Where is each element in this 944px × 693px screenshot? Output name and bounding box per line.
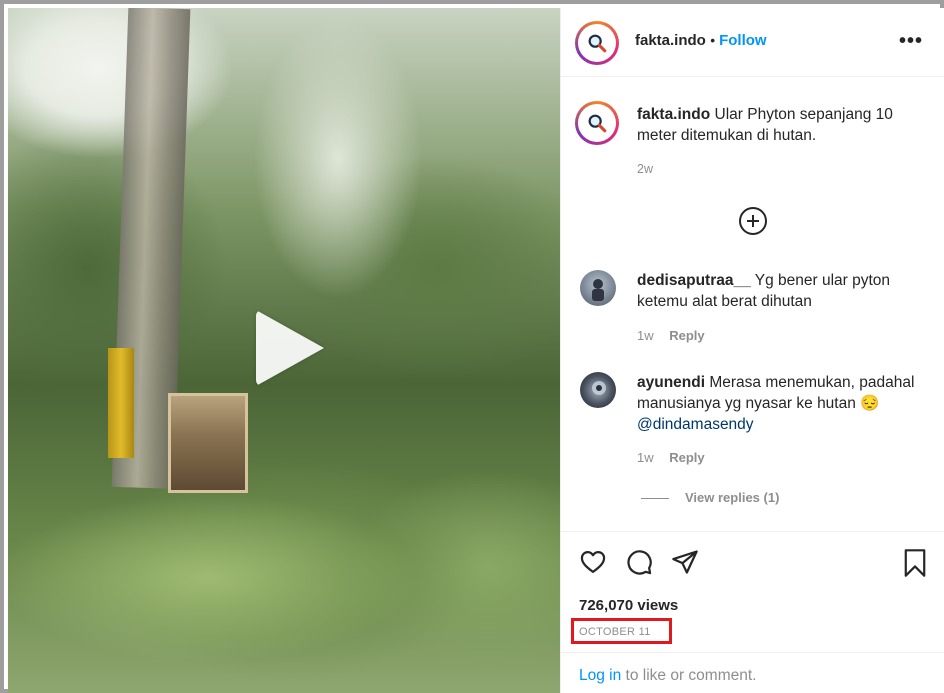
- comment-avatar-photo: [592, 381, 606, 395]
- post-date[interactable]: OCTOBER 11: [579, 626, 651, 638]
- comment-username[interactable]: dedisaputraa__: [637, 272, 751, 289]
- login-prompt-text: to like or comment.: [621, 667, 757, 684]
- login-link[interactable]: Log in: [579, 667, 621, 684]
- comment-username[interactable]: ayunendi: [637, 374, 705, 391]
- bookmark-icon[interactable]: [901, 548, 929, 578]
- plus-circle-icon[interactable]: [739, 207, 767, 235]
- reply-button[interactable]: Reply: [669, 450, 704, 465]
- comment-icon[interactable]: [625, 548, 653, 576]
- video-player[interactable]: [8, 8, 560, 693]
- instagram-post-window: fakta.indo • Follow ••• fakta.indo Ular …: [0, 0, 944, 693]
- video-excavator-arm: [108, 348, 134, 458]
- video-foliage: [8, 478, 560, 693]
- caption-avatar-inner: [578, 104, 616, 142]
- follow-button[interactable]: Follow: [719, 32, 767, 49]
- comment-timestamp[interactable]: 1w: [637, 328, 654, 343]
- comment-timestamp[interactable]: 1w: [637, 450, 654, 465]
- caption-timestamp[interactable]: 2w: [637, 162, 653, 176]
- caption-username[interactable]: fakta.indo: [637, 106, 710, 123]
- comment-body: ayunendi Merasa menemukan, padahal manus…: [637, 372, 927, 435]
- post-header: fakta.indo • Follow •••: [561, 8, 944, 77]
- header-user-row: fakta.indo • Follow: [635, 32, 767, 50]
- heart-icon[interactable]: [579, 548, 607, 576]
- comment-avatar-photo: [592, 279, 604, 301]
- avatar-inner: [578, 24, 616, 62]
- more-options-icon[interactable]: •••: [899, 30, 923, 53]
- login-prompt: Log in to like or comment.: [579, 667, 756, 685]
- comment-meta: 1w Reply: [637, 328, 705, 343]
- caption-avatar[interactable]: [575, 101, 619, 145]
- footer-divider: [561, 652, 944, 653]
- actions-divider: [561, 531, 944, 532]
- comment-meta: 1w Reply: [637, 450, 705, 465]
- post-side-panel: fakta.indo • Follow ••• fakta.indo Ular …: [560, 8, 944, 693]
- play-icon[interactable]: [256, 310, 324, 386]
- separator-dot: •: [710, 32, 720, 48]
- avatar[interactable]: [575, 21, 619, 65]
- paper-plane-icon[interactable]: [671, 548, 699, 576]
- avatar[interactable]: [580, 372, 616, 408]
- views-count[interactable]: 726,070 views: [579, 597, 678, 614]
- magnifier-logo-icon: [588, 114, 607, 133]
- view-replies-button[interactable]: View replies (1): [641, 490, 779, 505]
- view-replies-line: [641, 498, 669, 500]
- caption: fakta.indo Ular Phyton sepanjang 10 mete…: [637, 104, 927, 146]
- magnifier-logo-icon: [588, 34, 607, 53]
- avatar[interactable]: [580, 270, 616, 306]
- comment-mention-link[interactable]: @dindamasendy: [637, 416, 754, 433]
- comment-body: dedisaputraa__ Yg bener ular pyton ketem…: [637, 270, 927, 312]
- view-replies-label: View replies (1): [685, 490, 780, 505]
- reply-button[interactable]: Reply: [669, 328, 704, 343]
- header-username[interactable]: fakta.indo: [635, 32, 706, 49]
